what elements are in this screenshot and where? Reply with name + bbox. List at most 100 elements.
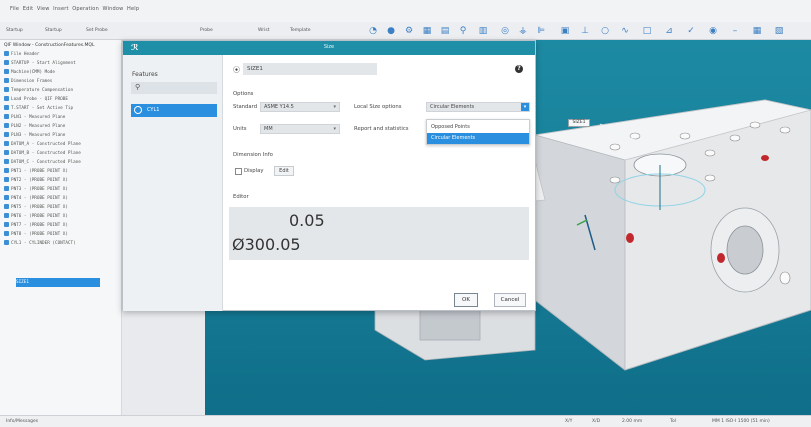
point-icon: [4, 204, 9, 209]
dialog-title-bar[interactable]: ℛ Size: [123, 41, 535, 55]
tree-item[interactable]: Temperature Compensation: [4, 86, 120, 95]
features-panel: Features ⚲ CYL1: [123, 55, 223, 311]
toolbar-startup-2[interactable]: Startup: [45, 28, 62, 33]
axis-icon[interactable]: ⊥: [580, 26, 590, 36]
tree-item[interactable]: PNT6 - (PROBE POINT X): [4, 212, 120, 221]
export-icon[interactable]: ▧: [774, 26, 784, 36]
tree-item-label: PNT4 - (PROBE POINT X): [11, 196, 68, 201]
tree-item[interactable]: PNT2 - (PROBE POINT X): [4, 176, 120, 185]
feature-search[interactable]: ⚲: [131, 82, 217, 94]
toolbar-template[interactable]: Template: [290, 28, 311, 33]
tree-item[interactable]: PNT3 - (PROBE POINT X): [4, 185, 120, 194]
pin-icon[interactable]: ⚲: [458, 26, 468, 36]
local-size-select[interactable]: Circular Elements ▾: [426, 102, 530, 112]
target-icon[interactable]: ◎: [500, 26, 510, 36]
tree-item[interactable]: PLN2 - Measured Plane: [4, 122, 120, 131]
chart-icon[interactable]: ▥: [478, 26, 488, 36]
dimension-editor[interactable]: 0.05 Ø300.05: [229, 207, 529, 260]
edit-button[interactable]: Edit: [274, 166, 294, 176]
dropdown-option-selected[interactable]: Circular Elements: [427, 133, 529, 144]
tree-item-label: STARTUP - Start Alignment: [11, 61, 76, 66]
align-icon[interactable]: ⊫: [536, 26, 546, 36]
display-checkbox[interactable]: [235, 168, 242, 175]
toolbar-probe[interactable]: Probe: [200, 28, 213, 33]
menu-help[interactable]: Help: [127, 6, 139, 12]
tree-item-label: Temperature Compensation: [11, 88, 74, 93]
document-icon[interactable]: ▤: [440, 26, 450, 36]
plot-icon[interactable]: ⊿: [664, 26, 674, 36]
tree-item[interactable]: PLN1 - Measured Plane: [4, 113, 120, 122]
table-icon[interactable]: ▣: [560, 26, 570, 36]
tree-item-label: PNT5 - (PROBE POINT X): [11, 205, 68, 210]
tree-item[interactable]: T.START - Set Active Tip: [4, 104, 120, 113]
editor-diameter-line: Ø300.05: [232, 235, 301, 254]
menu-insert[interactable]: Insert: [53, 6, 69, 12]
measure-icon[interactable]: ◔: [368, 26, 378, 36]
circle-icon[interactable]: ○: [600, 26, 610, 36]
gear-icon[interactable]: ⚙: [404, 26, 414, 36]
cancel-button[interactable]: Cancel: [494, 293, 526, 307]
toolbar-startup[interactable]: Startup: [6, 28, 23, 33]
menu-edit[interactable]: Edit: [23, 6, 33, 12]
tree-item[interactable]: PNT8 - (PROBE POINT X): [4, 230, 120, 239]
tree-title: QIF Window - ConstructionFeatures.MQL: [4, 43, 95, 48]
dropdown-option[interactable]: Opposed Points: [427, 122, 529, 133]
units-select[interactable]: MM ▾: [260, 124, 340, 134]
ok-button[interactable]: OK: [454, 293, 478, 307]
tree-item[interactable]: Machine(CMM) Mode: [4, 68, 120, 77]
tree-item[interactable]: DATUM_A - Constructed Plane: [4, 140, 120, 149]
tree-item[interactable]: PLN3 - Measured Plane: [4, 131, 120, 140]
tree-item[interactable]: DATUM_C - Constructed Plane: [4, 158, 120, 167]
tree-item[interactable]: PNT1 - (PROBE POINT X): [4, 167, 120, 176]
curve-icon[interactable]: ∿: [620, 26, 630, 36]
menu-window[interactable]: Window: [103, 6, 124, 12]
tree-item-label: CYL1 - CYLINDER (CONTACT): [11, 241, 76, 246]
datum-icon: [4, 159, 9, 164]
sphere-icon[interactable]: ●: [386, 26, 396, 36]
menu-items[interactable]: File Edit View Insert Operation Window H…: [10, 6, 139, 12]
menu-file[interactable]: File: [10, 6, 19, 12]
toolbar-set-probe[interactable]: Set Probe: [86, 28, 108, 33]
tree-item[interactable]: STARTUP - Start Alignment: [4, 59, 120, 68]
probe-icon: [4, 96, 9, 101]
feature-item-label: CYL1: [147, 107, 160, 113]
grid-icon[interactable]: ▦: [422, 26, 432, 36]
tree-item[interactable]: Load Probe - QIF PROBE: [4, 95, 120, 104]
tree-item-label: Load Probe - QIF PROBE: [11, 97, 68, 102]
report-icon[interactable]: ▦: [752, 26, 762, 36]
tree-item-label: PLN1 - Measured Plane: [11, 115, 66, 120]
tree-item[interactable]: Dimension Frames: [4, 77, 120, 86]
name-input[interactable]: [243, 63, 377, 75]
tree-item-label: DATUM_A - Constructed Plane: [11, 142, 81, 147]
tip-icon: [4, 105, 9, 110]
minus-icon[interactable]: –: [730, 26, 740, 36]
tree-item[interactable]: PNT7 - (PROBE POINT X): [4, 221, 120, 230]
feature-item-cyl1[interactable]: CYL1: [131, 104, 217, 117]
local-size-label: Local Size options: [354, 104, 402, 110]
point-icon: [4, 213, 9, 218]
status-bar: Info/Messages X/Y X/D 2.00 mm Tol MM 1 I…: [0, 415, 811, 427]
toolbar-wrist[interactable]: Wrist: [258, 28, 269, 33]
alignment-icon: [4, 60, 9, 65]
local-size-value: Circular Elements: [430, 104, 475, 110]
tree-item[interactable]: PNT4 - (PROBE POINT X): [4, 194, 120, 203]
tree-item-selected[interactable]: SIZE1: [16, 278, 100, 287]
check-icon[interactable]: ✓: [686, 26, 696, 36]
tree-item[interactable]: CYL1 - CYLINDER (CONTACT): [4, 239, 120, 248]
menu-bar: File Edit View Insert Operation Window H…: [0, 0, 811, 22]
box-icon[interactable]: □: [642, 26, 652, 36]
probe-icon[interactable]: ⚶: [518, 26, 528, 36]
tree-item-label: PLN2 - Measured Plane: [11, 124, 66, 129]
help-icon[interactable]: ?: [515, 65, 523, 73]
menu-operation[interactable]: Operation: [72, 6, 99, 12]
tree-item[interactable]: DATUM_B - Constructed Plane: [4, 149, 120, 158]
standard-select[interactable]: ASME Y14.5 ▾: [260, 102, 340, 112]
datum-icon: [4, 141, 9, 146]
size-callout[interactable]: SIZE1: [568, 119, 590, 127]
tree-item[interactable]: PNT5 - (PROBE POINT X): [4, 203, 120, 212]
point-icon[interactable]: ◉: [708, 26, 718, 36]
menu-view[interactable]: View: [37, 6, 50, 12]
status-messages[interactable]: Info/Messages: [6, 419, 38, 424]
program-tree: QIF Window - ConstructionFeatures.MQL Fi…: [0, 40, 122, 415]
tree-item[interactable]: File Header: [4, 50, 120, 59]
